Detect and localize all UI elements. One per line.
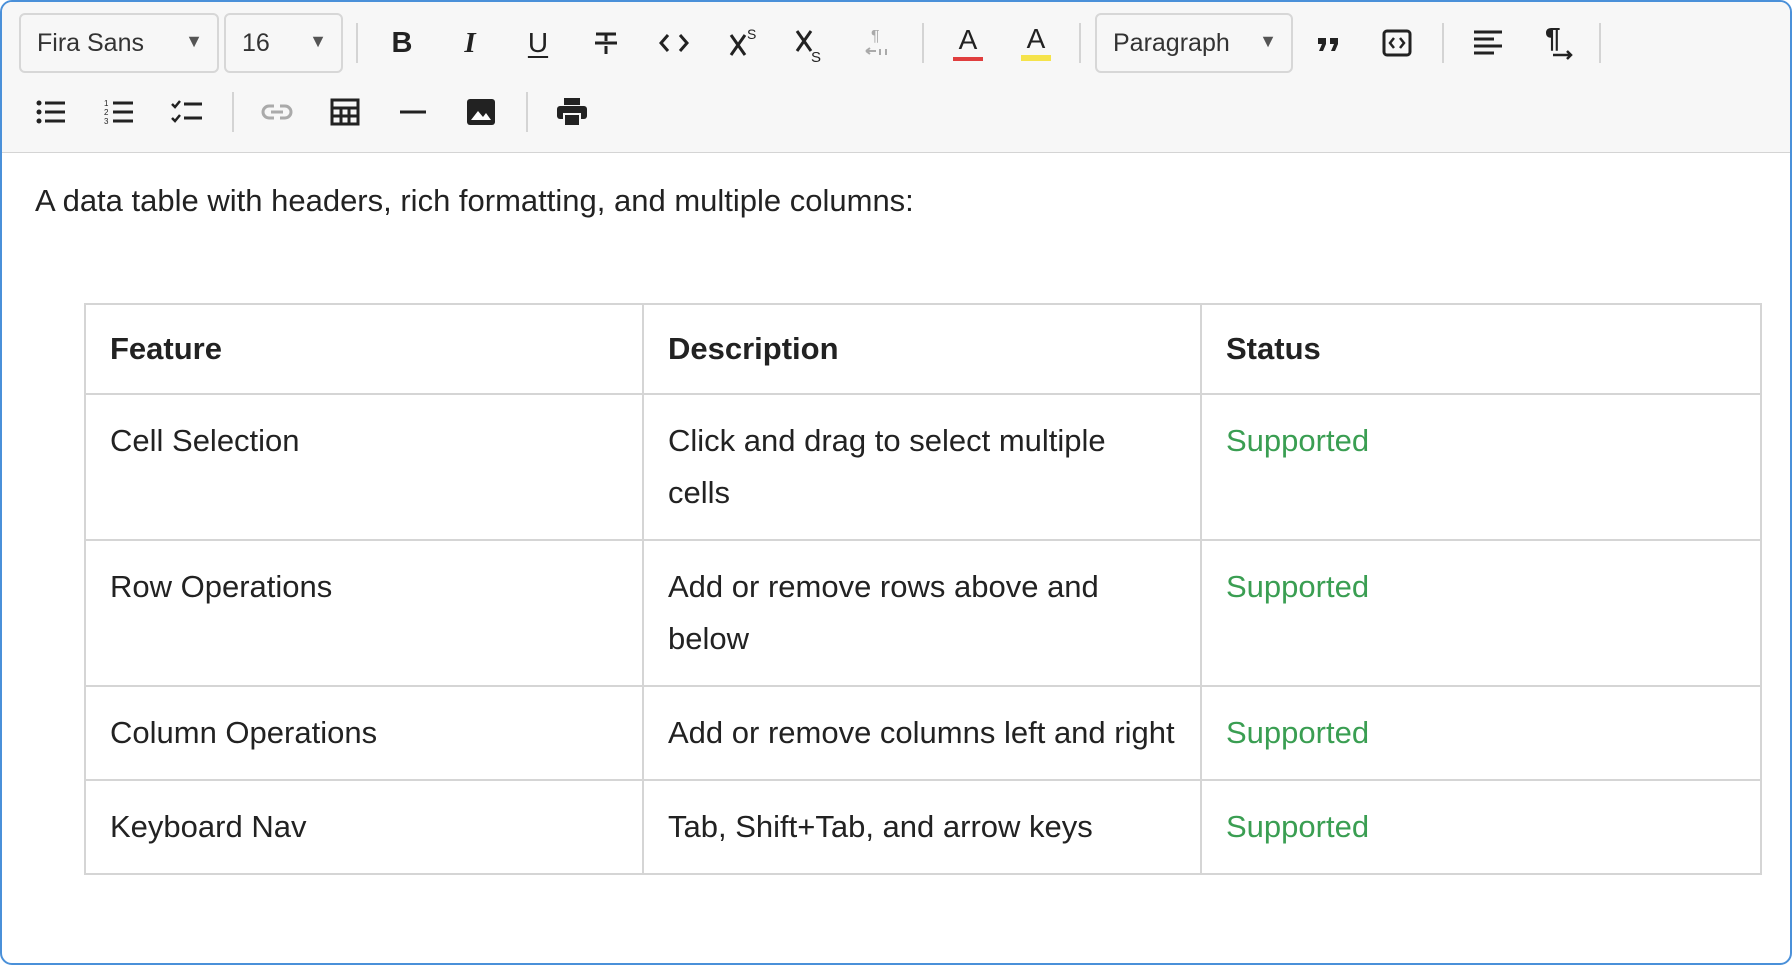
feature-cell[interactable]: Keyboard Nav	[84, 779, 644, 875]
print-icon	[557, 98, 587, 127]
editor-toolbar: Fira Sans ▼ 16 ▼ B I U S S ¶ A A Paragra…	[2, 2, 1790, 153]
feature-cell[interactable]: Row Operations	[84, 539, 644, 687]
strikethrough-icon	[595, 32, 617, 54]
description-cell[interactable]: Tab, Shift+Tab, and arrow keys	[642, 779, 1202, 875]
chevron-down-icon: ▼	[1259, 31, 1277, 51]
image-icon	[467, 99, 495, 125]
insert-table-button[interactable]	[325, 92, 365, 132]
svg-text:3: 3	[104, 117, 109, 126]
toolbar-divider	[356, 23, 358, 63]
description-cell[interactable]: Add or remove columns left and right	[642, 685, 1202, 781]
highlight-swatch	[1021, 55, 1051, 61]
inline-code-button[interactable]	[654, 23, 694, 63]
task-list-button[interactable]	[167, 92, 207, 132]
blockquote-button[interactable]	[1309, 23, 1349, 63]
status-cell[interactable]: Supported	[1200, 685, 1762, 781]
font-family-select[interactable]: Fira Sans ▼	[19, 13, 219, 73]
blockquote-icon	[1318, 38, 1338, 51]
link-button[interactable]	[257, 92, 297, 132]
text-color-button[interactable]: A	[948, 20, 988, 64]
code-block-button[interactable]	[1377, 23, 1417, 63]
align-left-button[interactable]	[1468, 23, 1508, 63]
underline-icon: U	[527, 27, 549, 58]
print-button[interactable]	[552, 92, 592, 132]
svg-text:¶: ¶	[1545, 23, 1561, 53]
subscript-icon: S	[795, 30, 821, 65]
toolbar-divider	[232, 92, 234, 132]
text-color-icon: A	[958, 23, 978, 55]
status-cell[interactable]: Supported	[1200, 539, 1762, 687]
italic-button[interactable]: I	[450, 23, 490, 63]
highlight-color-icon: A	[1026, 23, 1046, 54]
description-cell[interactable]: Click and drag to select multiple cells	[642, 393, 1202, 541]
block-type-select[interactable]: Paragraph ▼	[1095, 13, 1293, 73]
feature-cell[interactable]: Cell Selection	[84, 393, 644, 541]
intro-paragraph: A data table with headers, rich formatti…	[35, 183, 914, 218]
task-list-icon	[171, 100, 202, 123]
align-left-icon	[1474, 30, 1502, 55]
toolbar-divider	[526, 92, 528, 132]
font-family-value: Fira Sans	[37, 28, 144, 57]
code-icon	[659, 34, 689, 52]
text-direction-button[interactable]: ¶	[858, 23, 898, 63]
chevron-down-icon: ▼	[309, 31, 327, 51]
svg-text:S: S	[811, 49, 821, 65]
svg-text:S: S	[747, 26, 756, 42]
highlight-button[interactable]: A	[1016, 20, 1056, 64]
toolbar-divider	[1442, 23, 1444, 63]
superscript-icon: S	[729, 26, 756, 56]
header-cell-status[interactable]: Status	[1200, 303, 1762, 395]
ordered-list-button[interactable]: 123	[99, 92, 139, 132]
description-cell[interactable]: Add or remove rows above and below	[642, 539, 1202, 687]
horizontal-rule-button[interactable]	[393, 92, 433, 132]
chevron-down-icon: ▼	[185, 31, 203, 51]
table-row: Keyboard Nav Tab, Shift+Tab, and arrow k…	[84, 779, 1762, 875]
underline-button[interactable]: U	[518, 23, 558, 63]
link-icon	[261, 104, 293, 120]
bold-button[interactable]: B	[382, 23, 422, 63]
strikethrough-button[interactable]	[586, 23, 626, 63]
toolbar-divider	[1079, 23, 1081, 63]
table-row: Cell Selection Click and drag to select …	[84, 393, 1762, 541]
header-cell-feature[interactable]: Feature	[84, 303, 644, 395]
font-size-select[interactable]: 16 ▼	[224, 13, 343, 73]
subscript-button[interactable]: S	[789, 23, 833, 67]
feature-cell[interactable]: Column Operations	[84, 685, 644, 781]
data-table[interactable]: Feature Description Status Cell Selectio…	[84, 303, 1762, 875]
rich-text-editor: Fira Sans ▼ 16 ▼ B I U S S ¶ A A Paragra…	[0, 0, 1792, 965]
svg-text:¶: ¶	[871, 28, 880, 45]
horizontal-rule-icon	[400, 110, 426, 114]
text-direction-icon: ¶	[865, 28, 887, 55]
editor-content[interactable]: A data table with headers, rich formatti…	[2, 153, 1790, 963]
paragraph-direction-icon: ¶	[1545, 23, 1573, 60]
insert-image-button[interactable]	[461, 92, 501, 132]
table-row: Row Operations Add or remove rows above …	[84, 539, 1762, 687]
block-type-value: Paragraph	[1113, 28, 1230, 57]
svg-text:2: 2	[104, 108, 109, 117]
ordered-list-icon: 123	[104, 99, 133, 126]
paragraph-direction-button[interactable]: ¶	[1536, 20, 1580, 64]
superscript-button[interactable]: S	[722, 23, 766, 63]
text-color-swatch	[953, 56, 983, 61]
header-cell-description[interactable]: Description	[642, 303, 1202, 395]
status-cell[interactable]: Supported	[1200, 779, 1762, 875]
table-header-row: Feature Description Status	[84, 303, 1762, 395]
svg-text:1: 1	[104, 99, 109, 108]
toolbar-divider	[1599, 23, 1601, 63]
bullet-list-icon	[36, 100, 65, 124]
status-cell[interactable]: Supported	[1200, 393, 1762, 541]
table-icon	[330, 98, 360, 126]
bullet-list-button[interactable]	[31, 92, 71, 132]
italic-icon: I	[464, 26, 476, 59]
bold-icon: B	[391, 26, 413, 59]
code-block-icon	[1382, 29, 1412, 57]
table-row: Column Operations Add or remove columns …	[84, 685, 1762, 781]
toolbar-divider	[922, 23, 924, 63]
font-size-value: 16	[242, 28, 270, 57]
